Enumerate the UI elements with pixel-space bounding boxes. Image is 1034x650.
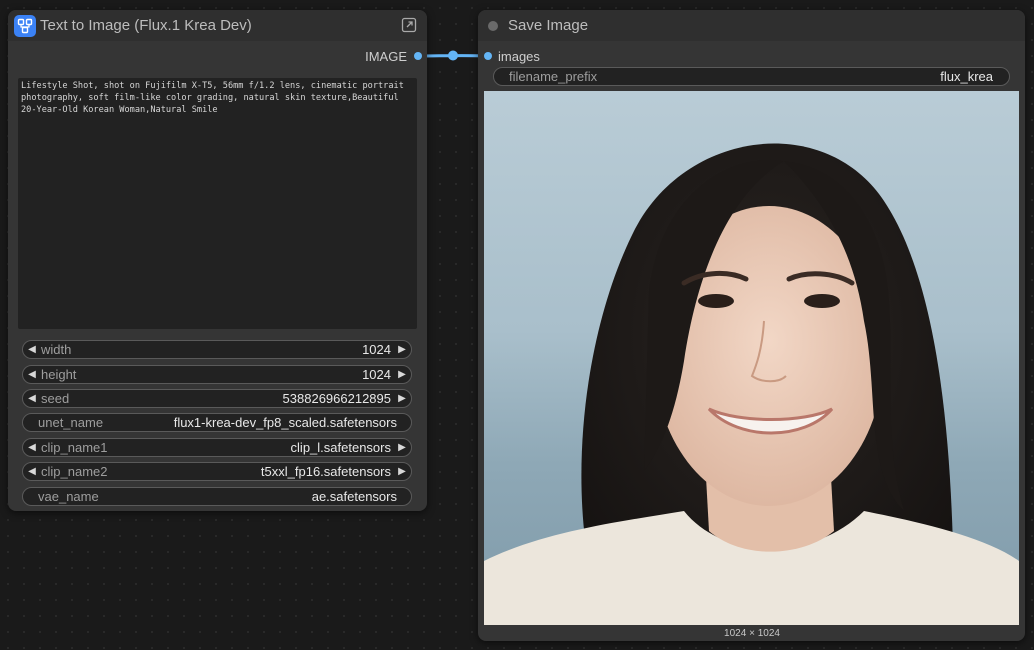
output-label: IMAGE bbox=[365, 49, 407, 64]
widget-value: ae.safetensors bbox=[311, 489, 397, 504]
increment-arrow-icon[interactable]: ▶ bbox=[393, 369, 411, 380]
widget-value: 538826966212895 bbox=[282, 391, 391, 406]
widget-label: clip_name1 bbox=[41, 440, 108, 455]
text-to-image-node[interactable]: Text to Image (Flux.1 Krea Dev) IMAGE Li… bbox=[8, 10, 427, 511]
widget-value: flux_krea bbox=[940, 69, 993, 84]
vae-name-widget[interactable]: vae_name ae.safetensors bbox=[22, 487, 412, 506]
widget-label: unet_name bbox=[38, 415, 104, 430]
widget-label: seed bbox=[41, 391, 70, 406]
node-header[interactable]: Text to Image (Flux.1 Krea Dev) bbox=[8, 10, 427, 41]
output-image-preview[interactable] bbox=[484, 91, 1019, 625]
node-title: Text to Image (Flux.1 Krea Dev) bbox=[40, 17, 252, 34]
decrement-arrow-icon[interactable]: ◀ bbox=[23, 369, 41, 380]
output-slot-dot[interactable] bbox=[414, 52, 422, 60]
increment-arrow-icon[interactable]: ▶ bbox=[393, 344, 411, 355]
link-midpoint[interactable] bbox=[448, 50, 458, 61]
output-image-slot[interactable]: IMAGE bbox=[365, 49, 407, 64]
height-widget[interactable]: ◀ height 1024 ▶ bbox=[22, 365, 412, 384]
input-label: images bbox=[498, 49, 540, 64]
widget-value: clip_l.safetensors bbox=[290, 440, 391, 455]
widget-value: flux1-krea-dev_fp8_scaled.safetensors bbox=[173, 415, 397, 430]
image-size-caption: 1024 × 1024 bbox=[724, 628, 780, 639]
width-widget[interactable]: ◀ width 1024 ▶ bbox=[22, 340, 412, 359]
widget-label: vae_name bbox=[38, 489, 99, 504]
increment-arrow-icon[interactable]: ▶ bbox=[393, 393, 411, 404]
decrement-arrow-icon[interactable]: ◀ bbox=[23, 344, 41, 355]
widget-label: clip_name2 bbox=[41, 464, 108, 479]
prompt-textarea[interactable]: Lifestyle Shot, shot on Fujifilm X-T5, 5… bbox=[18, 78, 417, 329]
filename-prefix-widget[interactable]: filename_prefix flux_krea bbox=[493, 67, 1010, 86]
widget-label: height bbox=[41, 367, 77, 382]
expand-icon[interactable] bbox=[401, 17, 417, 33]
widget-value: 1024 bbox=[362, 342, 391, 357]
widget-label: filename_prefix bbox=[509, 69, 598, 84]
decrement-arrow-icon[interactable]: ◀ bbox=[23, 442, 41, 453]
input-slot-dot[interactable] bbox=[484, 52, 492, 60]
decrement-arrow-icon[interactable]: ◀ bbox=[23, 393, 41, 404]
subgraph-icon bbox=[14, 14, 36, 37]
widget-label: width bbox=[41, 342, 72, 357]
clip-name2-widget[interactable]: ◀ clip_name2 t5xxl_fp16.safetensors ▶ bbox=[22, 462, 412, 481]
increment-arrow-icon[interactable]: ▶ bbox=[393, 466, 411, 477]
node-title: Save Image bbox=[508, 17, 589, 34]
increment-arrow-icon[interactable]: ▶ bbox=[393, 442, 411, 453]
node-header[interactable]: Save Image bbox=[478, 10, 1025, 41]
status-dot-icon bbox=[488, 20, 498, 31]
input-images-slot[interactable]: images bbox=[498, 49, 540, 64]
seed-widget[interactable]: ◀ seed 538826966212895 ▶ bbox=[22, 389, 412, 408]
save-image-node[interactable]: Save Image images filename_prefix flux_k… bbox=[478, 10, 1025, 641]
widget-value: 1024 bbox=[362, 367, 391, 382]
clip-name1-widget[interactable]: ◀ clip_name1 clip_l.safetensors ▶ bbox=[22, 438, 412, 457]
unet-name-widget[interactable]: unet_name flux1-krea-dev_fp8_scaled.safe… bbox=[22, 413, 412, 432]
widget-value: t5xxl_fp16.safetensors bbox=[260, 464, 391, 479]
decrement-arrow-icon[interactable]: ◀ bbox=[23, 466, 41, 477]
